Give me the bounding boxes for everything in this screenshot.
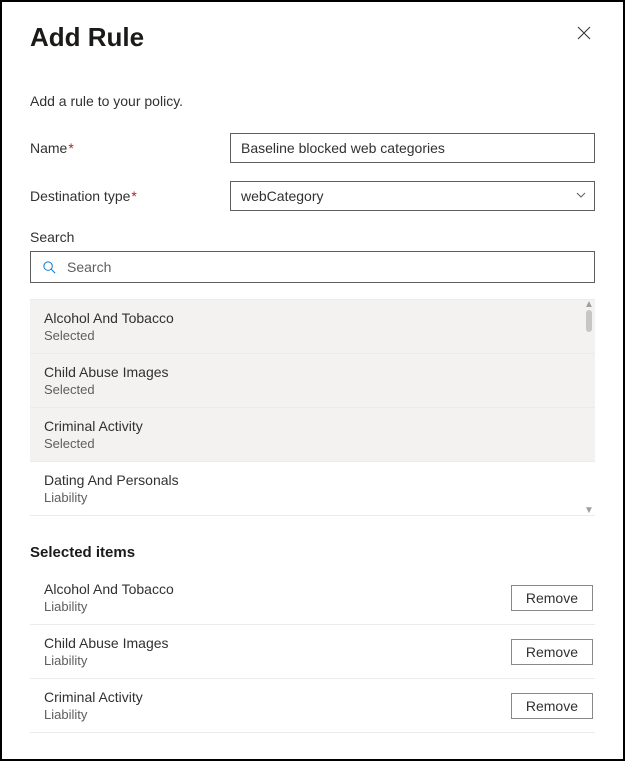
add-rule-panel: Add Rule Add a rule to your policy. Name… [0,0,625,761]
destination-row: Destination type* [30,181,595,211]
selected-title: Alcohol And Tobacco [44,581,174,597]
result-sub: Selected [44,436,581,451]
scroll-down-arrow-icon: ▼ [584,506,594,516]
selected-sub: Liability [44,599,174,614]
selected-title: Child Abuse Images [44,635,169,651]
destination-select-wrap [230,181,595,211]
selected-item: Child Abuse Images Liability Remove [30,625,595,679]
required-asterisk: * [131,188,136,204]
selected-text: Child Abuse Images Liability [44,635,169,668]
result-list: Alcohol And Tobacco Selected Child Abuse… [30,299,595,516]
remove-button[interactable]: Remove [511,639,593,665]
panel-title: Add Rule [30,22,144,53]
list-item[interactable]: Alcohol And Tobacco Selected [30,300,595,354]
selected-item: Alcohol And Tobacco Liability Remove [30,571,595,625]
result-title: Alcohol And Tobacco [44,310,581,326]
selected-item: Criminal Activity Liability Remove [30,679,595,733]
remove-button[interactable]: Remove [511,585,593,611]
search-icon [31,260,67,275]
result-title: Criminal Activity [44,418,581,434]
required-asterisk: * [68,140,73,156]
selected-text: Alcohol And Tobacco Liability [44,581,174,614]
list-item[interactable]: Criminal Activity Selected [30,408,595,462]
result-sub: Selected [44,382,581,397]
list-item[interactable]: Child Abuse Images Selected [30,354,595,408]
search-wrap [30,251,595,283]
result-sub: Liability [44,490,581,505]
name-label: Name* [30,140,230,156]
selected-sub: Liability [44,707,143,722]
name-row: Name* [30,133,595,163]
scroll-thumb[interactable] [586,310,592,332]
name-label-text: Name [30,140,67,156]
close-icon [577,26,591,40]
close-button[interactable] [573,22,595,44]
scroll-up-arrow-icon: ▲ [584,300,594,310]
selected-title: Criminal Activity [44,689,143,705]
result-title: Child Abuse Images [44,364,581,380]
panel-header: Add Rule [30,22,595,53]
search-section: Search [30,229,595,283]
name-input[interactable] [230,133,595,163]
selected-items-header: Selected items [30,544,595,561]
result-title: Dating And Personals [44,472,581,488]
result-sub: Selected [44,328,581,343]
remove-button[interactable]: Remove [511,693,593,719]
selected-list: Alcohol And Tobacco Liability Remove Chi… [30,571,595,733]
destination-label: Destination type* [30,188,230,204]
list-item[interactable]: Dating And Personals Liability [30,462,595,516]
destination-select[interactable] [230,181,595,211]
selected-sub: Liability [44,653,169,668]
scrollbar[interactable]: ▲ ▼ [583,300,595,516]
instruction-text: Add a rule to your policy. [30,93,595,109]
destination-label-text: Destination type [30,188,130,204]
selected-text: Criminal Activity Liability [44,689,143,722]
search-label: Search [30,229,595,245]
search-input[interactable] [67,252,594,282]
